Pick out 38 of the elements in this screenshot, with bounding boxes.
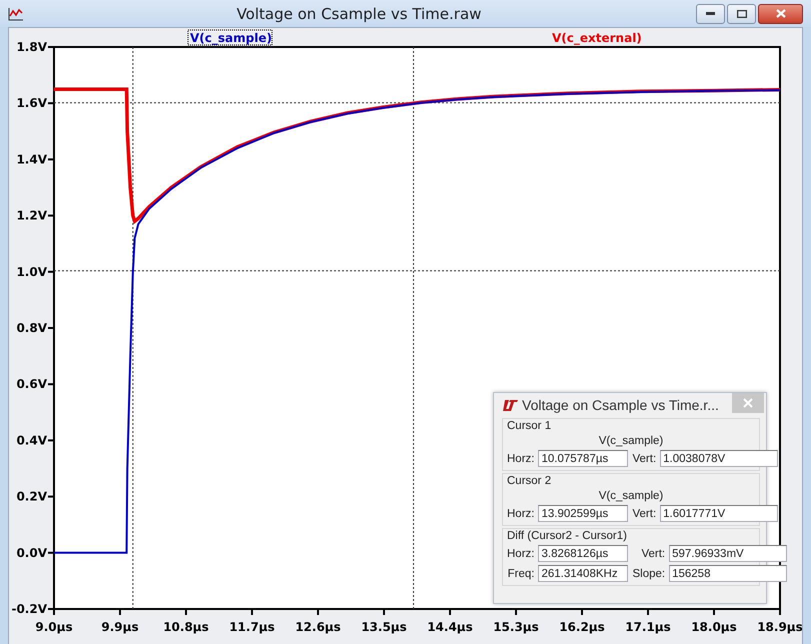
x-tick-label: 17.1µs	[625, 620, 671, 634]
y-tick-label: 0.6V	[16, 377, 47, 392]
y-tick-label: -0.2V	[11, 602, 47, 616]
x-tick-label: 10.8µs	[163, 620, 209, 634]
y-tick-label: 1.4V	[16, 152, 47, 166]
y-tick-label: 0.2V	[16, 490, 47, 504]
field-label: Horz:	[507, 452, 534, 464]
x-tick-label: 12.6µs	[295, 620, 341, 634]
y-tick-label: 0.8V	[16, 321, 47, 335]
y-tick-label: 1.6V	[16, 96, 47, 110]
group-title: Cursor 2	[507, 475, 552, 488]
window-title: Voltage on Csample vs Time.raw	[236, 4, 482, 22]
x-tick-label: 14.4µs	[427, 620, 473, 634]
field-label: Vert:	[632, 508, 656, 520]
y-tick-label: 0.0V	[16, 546, 47, 560]
y-tick-label: 0.4V	[16, 433, 47, 448]
y-tick-label: 1.2V	[16, 208, 47, 223]
x-tick-label: 11.7µs	[229, 620, 275, 634]
trace-name: V(c_sample)	[598, 490, 664, 503]
y-tick-label: 1.8V	[16, 40, 47, 54]
group-title: Diff (Cursor2 - Cursor1)	[507, 530, 628, 543]
x-tick-label: 15.3µs	[493, 620, 539, 634]
field-label: Slope:	[632, 568, 666, 580]
x-tick-label: 18.0µs	[691, 620, 737, 634]
y-tick-label: 1.0V	[16, 264, 47, 279]
field-label: Horz:	[507, 548, 534, 560]
x-tick-label: 13.5µs	[361, 620, 407, 634]
field-label: Vert:	[632, 452, 656, 464]
x-tick-label: 9.9µs	[101, 620, 139, 634]
x-tick-label: 9.0µs	[35, 620, 73, 634]
field-label: Vert:	[640, 548, 666, 560]
group-title: Cursor 1	[507, 420, 552, 433]
x-tick-label: 16.2µs	[559, 620, 605, 634]
trace-name: V(c_sample)	[598, 435, 664, 448]
field-label: Freq:	[507, 568, 534, 580]
x-tick-label: 18.9µs	[757, 620, 802, 634]
field-label: Horz:	[507, 508, 534, 520]
dialog-title: Voltage on Csample vs Time.r...	[522, 397, 720, 413]
